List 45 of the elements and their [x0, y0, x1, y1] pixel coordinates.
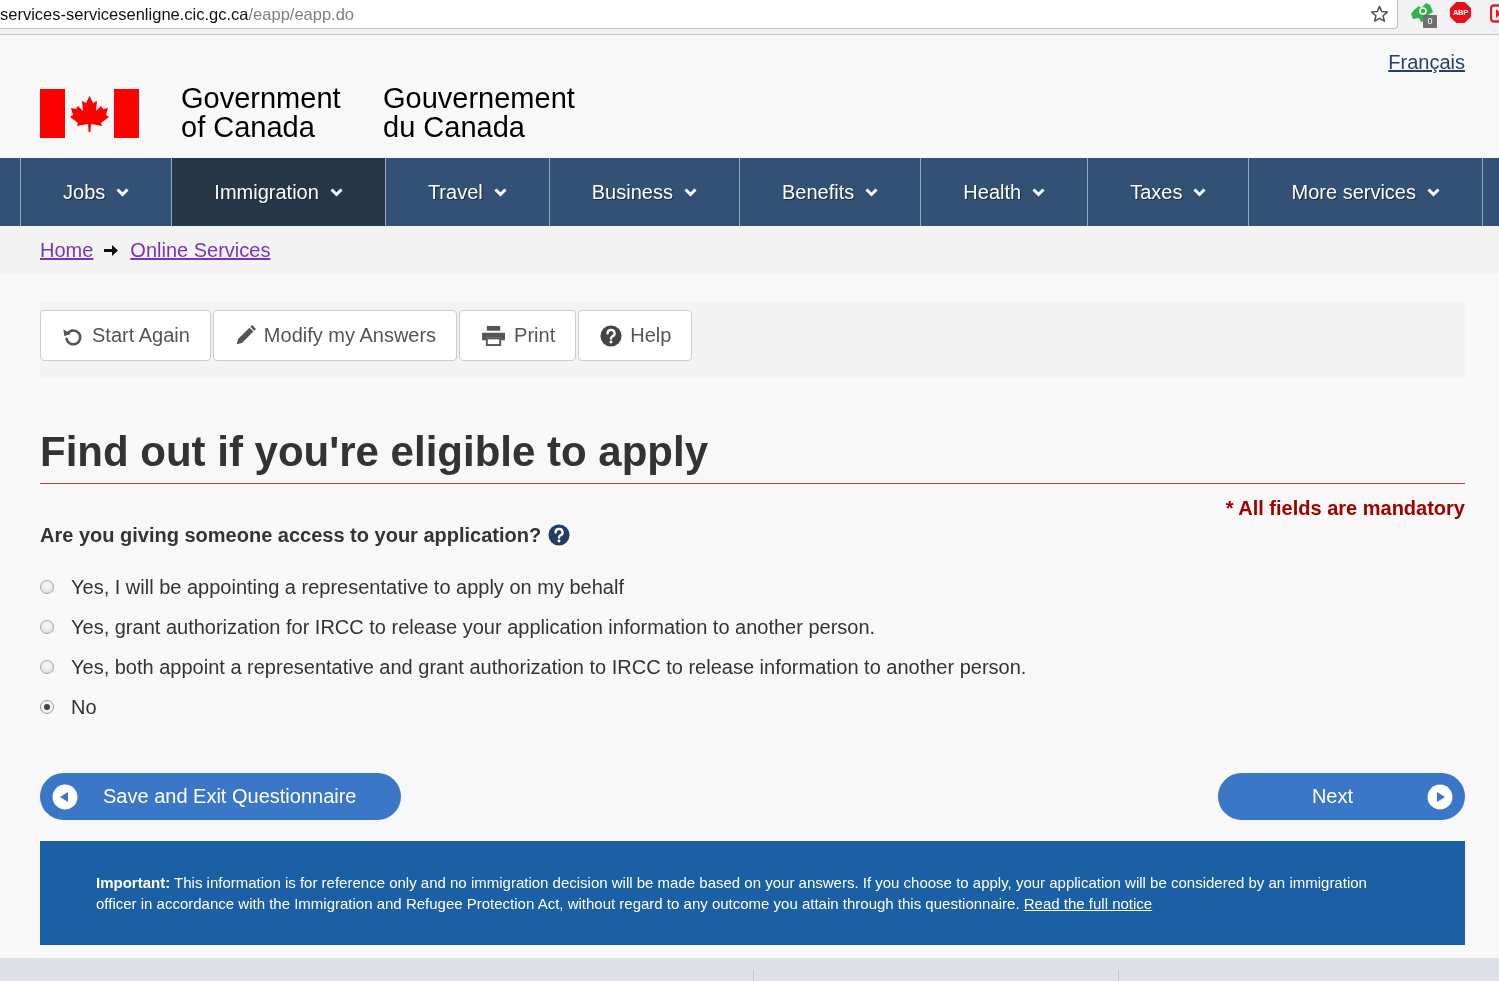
mandatory-note: * All fields are mandatory [1224, 496, 1465, 520]
canada-flag-icon [40, 88, 139, 138]
chevron-down-icon [1032, 187, 1046, 197]
page-title: Find out if you're eligible to apply [40, 427, 1465, 484]
option-label[interactable]: Yes, grant authorization for IRCC to release your application information to another person. [71, 615, 876, 639]
help-button[interactable]: Help [578, 310, 693, 361]
radio-button[interactable] [40, 700, 54, 714]
help-icon [600, 324, 623, 347]
government-wordmark: Government of Canada [181, 84, 342, 142]
next-button[interactable]: Next [1217, 773, 1465, 820]
help-icon[interactable] [548, 524, 571, 546]
chevron-down-icon [1427, 187, 1440, 197]
breadcrumb-link[interactable]: Home [40, 238, 94, 262]
breadcrumb-link[interactable]: Online Services [130, 238, 271, 262]
count-badge: 0 [1423, 15, 1437, 28]
chevron-down-icon [1193, 187, 1207, 197]
restart-button[interactable]: Start Again [40, 310, 211, 361]
language-link[interactable]: Français [1388, 50, 1465, 74]
print-button[interactable]: Print [459, 310, 577, 361]
radio-button[interactable] [40, 620, 54, 634]
radio-button[interactable] [40, 660, 54, 674]
chevron-down-icon [865, 187, 879, 197]
chevron-down-icon [116, 187, 130, 197]
circle-arrow-left-icon [52, 783, 78, 810]
arrow-right-icon [104, 244, 119, 256]
star-icon[interactable] [1370, 5, 1389, 23]
option-label[interactable]: No [71, 695, 97, 719]
chevron-down-icon [683, 187, 697, 197]
circle-arrow-right-icon [1427, 783, 1453, 810]
chevron-down-icon [329, 187, 343, 197]
edit-button[interactable]: Modify my Answers [212, 310, 458, 361]
option-label[interactable]: Yes, I will be appointing a representative to apply on my behalf [71, 575, 624, 599]
address-field[interactable]: services-servicesenligne.cic.gc.ca/eapp/eapp.do [0, 0, 1398, 29]
menu-tab[interactable]: Immigration [172, 158, 386, 226]
extension-icon[interactable] [1490, 4, 1499, 23]
save-exit-button[interactable]: Save and Exit Questionnaire [40, 773, 401, 820]
notice-link[interactable]: Read the full notice [1023, 895, 1153, 912]
printer-icon [481, 325, 507, 346]
option-label[interactable]: Yes, both appoint a representative and grant authorization to IRCC to release information to another person. [71, 655, 1027, 679]
chevron-down-icon [493, 187, 507, 197]
notice-text: Important: This information is for reference only and no immigration decision will be made based on your answers. If you choose to apply, your application will be considered by an immigration officer in accordance with the Immigration and Refugee Protection Act, without regard to any outcome you attain through this questionnaire. Read the full notice [96, 873, 1368, 914]
government-wordmark: Gouvernement du Canada [383, 84, 576, 142]
radio-button[interactable] [40, 580, 54, 594]
question-label: Are you giving someone access to your application? [40, 523, 542, 547]
pencil-icon [234, 325, 256, 346]
